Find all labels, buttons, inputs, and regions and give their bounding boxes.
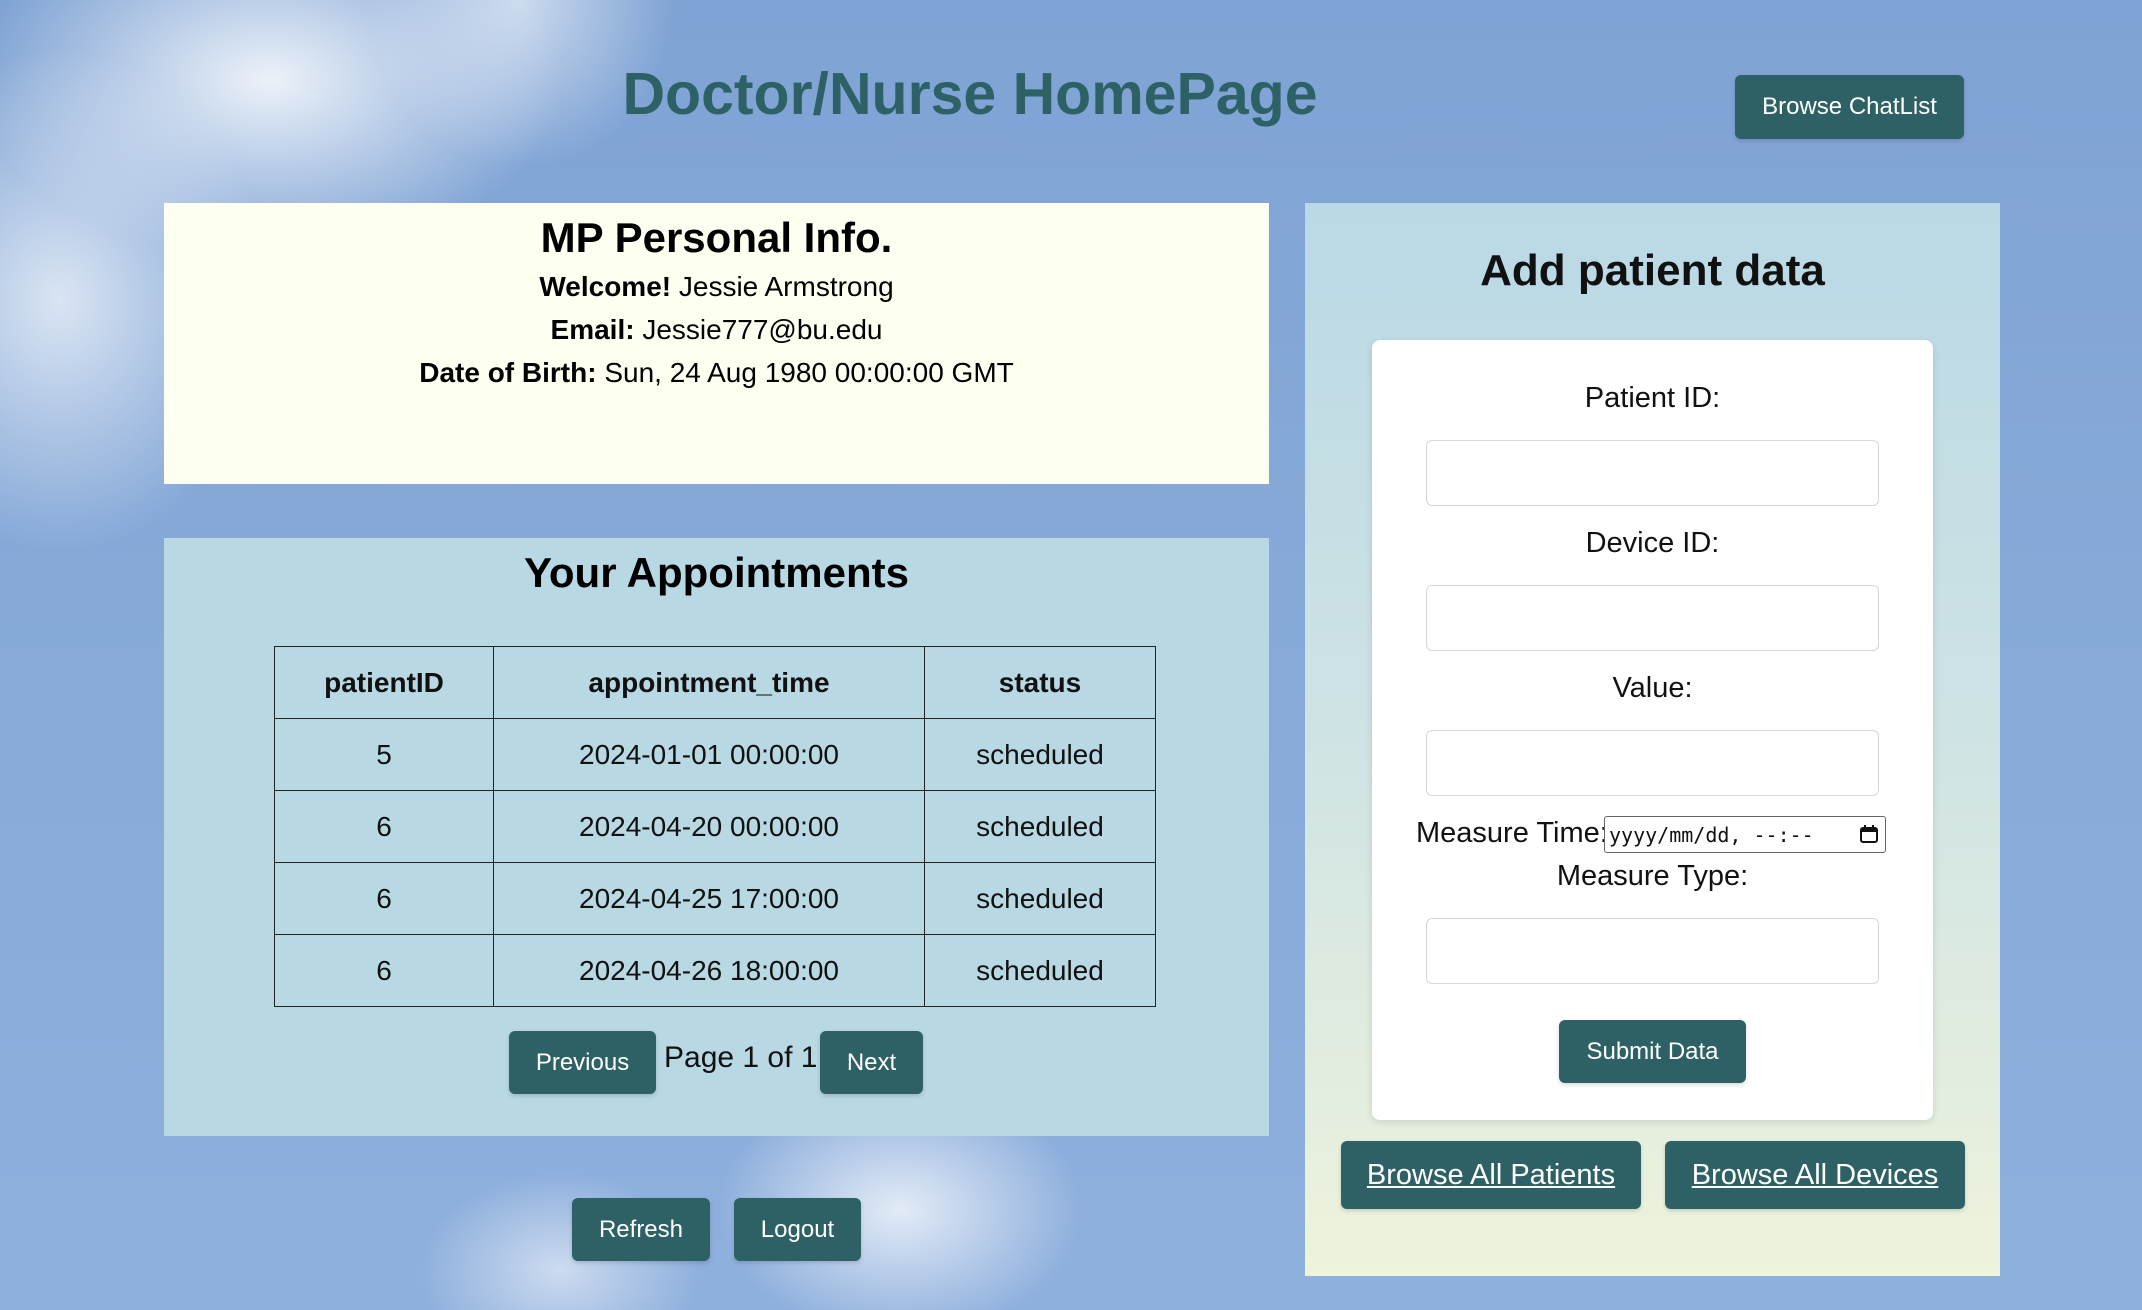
measure-time-label: Measure Time: (1416, 817, 1608, 849)
user-name: Jessie Armstrong (678, 271, 894, 302)
measure-type-label: Measure Type: (1556, 860, 1749, 892)
dob-label: Date of Birth: (419, 357, 597, 388)
appointments-table: patientID appointment_time status 5 2024… (274, 646, 1156, 1007)
calendar-icon[interactable] (1859, 824, 1879, 844)
next-page-button[interactable]: Next (820, 1031, 923, 1094)
logout-button[interactable]: Logout (734, 1198, 861, 1261)
page-indicator: Page 1 of 1 (664, 1041, 818, 1074)
email-line: Email: Jessie777@bu.edu (164, 308, 1269, 351)
personal-info-panel: MP Personal Info. Welcome! Jessie Armstr… (164, 203, 1269, 484)
browse-all-devices-button[interactable]: Browse All Devices (1665, 1141, 1965, 1209)
previous-page-button[interactable]: Previous (509, 1031, 656, 1094)
cell-appointment-time: 2024-04-20 00:00:00 (493, 790, 925, 863)
add-patient-data-panel: Add patient data Patient ID: Device ID: … (1305, 203, 2000, 1276)
table-header-row: patientID appointment_time status (274, 646, 1156, 719)
refresh-button[interactable]: Refresh (572, 1198, 710, 1261)
submit-data-button[interactable]: Submit Data (1559, 1020, 1746, 1083)
browse-all-patients-button[interactable]: Browse All Patients (1341, 1141, 1641, 1209)
cell-patientid: 6 (274, 934, 494, 1007)
measure-type-input[interactable] (1426, 918, 1879, 984)
browse-chatlist-button[interactable]: Browse ChatList (1735, 75, 1964, 139)
value-label: Value: (1612, 672, 1693, 704)
cell-status: scheduled (924, 934, 1156, 1007)
cell-patientid: 6 (274, 790, 494, 863)
cell-status: scheduled (924, 790, 1156, 863)
value-input[interactable] (1426, 730, 1879, 796)
cell-appointment-time: 2024-04-26 18:00:00 (493, 934, 925, 1007)
dob-line: Date of Birth: Sun, 24 Aug 1980 00:00:00… (164, 351, 1269, 394)
table-row: 6 2024-04-25 17:00:00 scheduled (274, 862, 1156, 935)
appointments-heading: Your Appointments (524, 549, 909, 596)
page-title: Doctor/Nurse HomePage (622, 61, 1318, 127)
welcome-label: Welcome! (539, 271, 672, 302)
email-label: Email: (550, 314, 635, 345)
dob-value: Sun, 24 Aug 1980 00:00:00 GMT (604, 357, 1014, 388)
column-header-patientid: patientID (274, 646, 494, 719)
patient-data-form: Patient ID: Device ID: Value: Measure Ti… (1372, 340, 1933, 1120)
table-row: 6 2024-04-26 18:00:00 scheduled (274, 934, 1156, 1007)
device-id-input[interactable] (1426, 585, 1879, 651)
column-header-appointment-time: appointment_time (493, 646, 925, 719)
table-row: 5 2024-01-01 00:00:00 scheduled (274, 718, 1156, 791)
cell-patientid: 5 (274, 718, 494, 791)
patient-id-label: Patient ID: (1584, 382, 1721, 414)
cell-status: scheduled (924, 718, 1156, 791)
cell-appointment-time: 2024-04-25 17:00:00 (493, 862, 925, 935)
cell-status: scheduled (924, 862, 1156, 935)
welcome-line: Welcome! Jessie Armstrong (164, 265, 1269, 308)
add-patient-data-heading: Add patient data (1480, 246, 1825, 295)
measure-time-input[interactable]: yyyy/mm/dd, --:-- (1604, 816, 1886, 853)
table-row: 6 2024-04-20 00:00:00 scheduled (274, 790, 1156, 863)
email-value: Jessie777@bu.edu (642, 314, 883, 345)
measure-time-placeholder: yyyy/mm/dd, --:-- (1609, 822, 1814, 847)
appointments-panel: Your Appointments patientID appointment_… (164, 538, 1269, 1136)
personal-info-heading: MP Personal Info. (540, 214, 893, 261)
cell-patientid: 6 (274, 862, 494, 935)
column-header-status: status (924, 646, 1156, 719)
patient-id-input[interactable] (1426, 440, 1879, 506)
cell-appointment-time: 2024-01-01 00:00:00 (493, 718, 925, 791)
device-id-label: Device ID: (1585, 527, 1720, 559)
